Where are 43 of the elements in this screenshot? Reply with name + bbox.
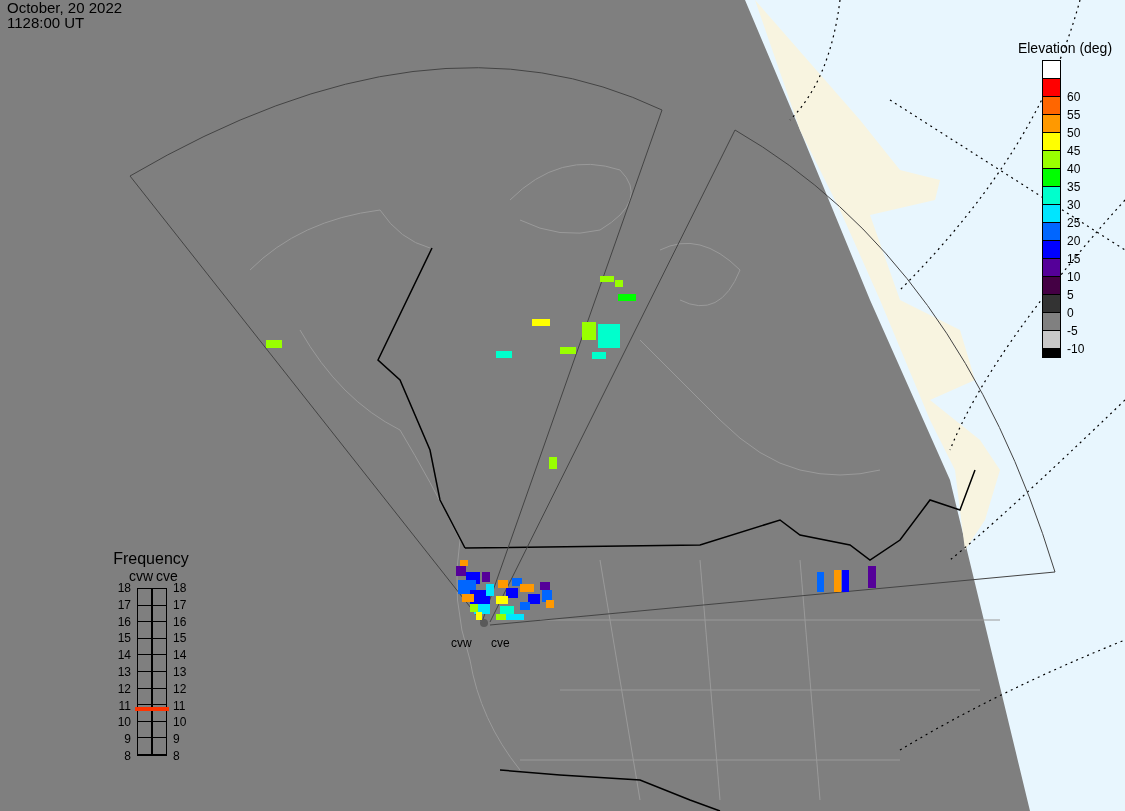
plot-time: 1128:00 UT	[7, 15, 85, 30]
frequency-tick: 11	[173, 698, 186, 713]
scale-label: 20	[1067, 235, 1081, 247]
scale-label: 40	[1067, 163, 1081, 175]
scale-label: 60	[1067, 91, 1081, 103]
scale-label: 10	[1067, 271, 1081, 283]
scale-label: 5	[1067, 289, 1074, 301]
frequency-tick: 17	[117, 597, 131, 612]
frequency-tick: 15	[117, 631, 131, 646]
frequency-tick: 10	[173, 715, 187, 730]
scale-label: -5	[1067, 325, 1078, 337]
frequency-tick: 12	[173, 681, 187, 696]
frequency-title: Frequency	[113, 550, 189, 568]
scale-label: 0	[1067, 307, 1074, 319]
scale-label: 45	[1067, 145, 1081, 157]
frequency-tick: 16	[117, 614, 131, 629]
scale-label: 35	[1067, 181, 1081, 193]
frequency-tick: 8	[173, 748, 180, 763]
scale-label: -10	[1067, 343, 1085, 355]
frequency-tick: 12	[117, 681, 131, 696]
radar-site-label: cvw	[451, 636, 472, 650]
frequency-tick: 15	[173, 631, 187, 646]
frequency-tick: 18	[173, 581, 187, 595]
frequency-tick: 18	[117, 581, 131, 595]
frequency-tick: 11	[118, 698, 131, 713]
frequency-tick: 16	[173, 614, 187, 629]
frequency-tick: 9	[124, 732, 131, 747]
frequency-tick: 17	[173, 597, 187, 612]
legend-title: Elevation (deg)	[1017, 40, 1113, 56]
scale-label: 30	[1067, 199, 1081, 211]
frequency-tick: 9	[173, 732, 180, 747]
frequency-tick: 13	[117, 665, 131, 679]
frequency-tick: 8	[124, 748, 131, 763]
scale-label: 15	[1067, 253, 1081, 265]
scale-label: 25	[1067, 217, 1081, 229]
frequency-tick: 14	[173, 648, 187, 663]
radar-site-label: cve	[491, 636, 510, 650]
scale-label: 50	[1067, 127, 1081, 139]
plot-date: October, 20 2022	[7, 0, 123, 15]
frequency-tick: 13	[173, 665, 187, 679]
frequency-tick: 10	[117, 715, 131, 730]
frequency-tick: 14	[117, 648, 131, 663]
scale-label: 55	[1067, 109, 1081, 121]
